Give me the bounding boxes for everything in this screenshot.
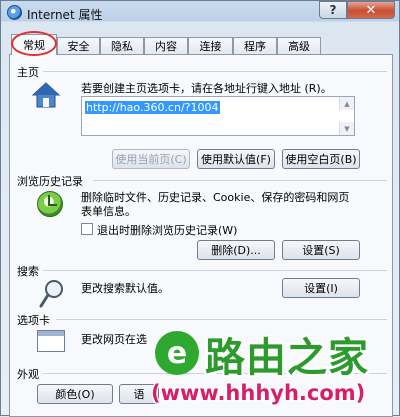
clock-hand-icon [48,204,57,206]
home-page-group-label: 主页 [17,66,39,79]
languages-button[interactable]: 语 [119,384,159,404]
appearance-divider [43,373,387,374]
history-divider [93,180,387,181]
tab-bar: 常规 安全 隐私 内容 连接 程序 高级 [9,31,393,56]
tabs-divider [56,319,387,320]
delete-on-exit-checkbox[interactable] [81,223,93,235]
help-button[interactable]: ? [319,1,347,19]
home-page-description: 若要创建主页选项卡，请在各地址行键入地址 (R)。 [81,82,332,95]
tabs-window-icon [37,330,65,352]
history-settings-button[interactable]: 设置(S) [282,240,360,260]
scroll-down-arrow-icon[interactable]: ▼ [339,122,354,135]
house-icon [31,82,61,108]
scroll-up-arrow-icon[interactable]: ▲ [339,97,354,110]
use-current-button[interactable]: 使用当前页(C) [112,149,190,169]
search-group-label: 搜索 [17,265,39,278]
use-default-button[interactable]: 使用默认值(F) [197,149,275,169]
home-page-url-input[interactable]: http://hao.360.cn/?1004 ▲ ▼ [81,96,355,136]
search-divider [43,270,387,271]
tab-connections[interactable]: 连接 [188,37,233,54]
appearance-group-label: 外观 [17,368,39,381]
history-description-line2: 表单信息。 [81,205,136,218]
internet-properties-window: Internet 属性 ? ✕ 常规 安全 隐私 内容 连接 程序 高级 主页 … [0,0,400,417]
close-button[interactable]: ✕ [347,1,395,19]
history-group-label: 浏览历史记录 [17,175,83,188]
colors-button[interactable]: 颜色(O) [37,384,113,404]
delete-history-button[interactable]: 删除(D)... [197,240,275,260]
home-page-url-value: http://hao.360.cn/?1004 [85,101,220,114]
internet-icon [7,5,22,20]
use-blank-button[interactable]: 使用空白页(B) [282,149,360,169]
window-title: Internet 属性 [27,8,103,22]
tab-content[interactable]: 内容 [144,37,188,54]
tab-programs[interactable]: 程序 [233,37,277,54]
tab-security[interactable]: 安全 [57,37,100,54]
tabs-description: 更改网页在选 [81,333,147,346]
tab-general[interactable]: 常规 [11,34,57,55]
magnifier-icon [39,280,63,308]
delete-on-exit-label[interactable]: 退出时删除浏览历史记录(W) [97,222,237,238]
title-bar[interactable]: Internet 属性 ? ✕ [1,1,399,25]
tab-privacy[interactable]: 隐私 [100,37,144,54]
tabs-group-label: 选项卡 [17,314,50,327]
search-settings-button[interactable]: 设置(I) [282,278,360,298]
search-description: 更改搜索默认值。 [81,282,169,295]
home-page-divider [43,71,387,72]
tab-advanced[interactable]: 高级 [277,37,321,54]
